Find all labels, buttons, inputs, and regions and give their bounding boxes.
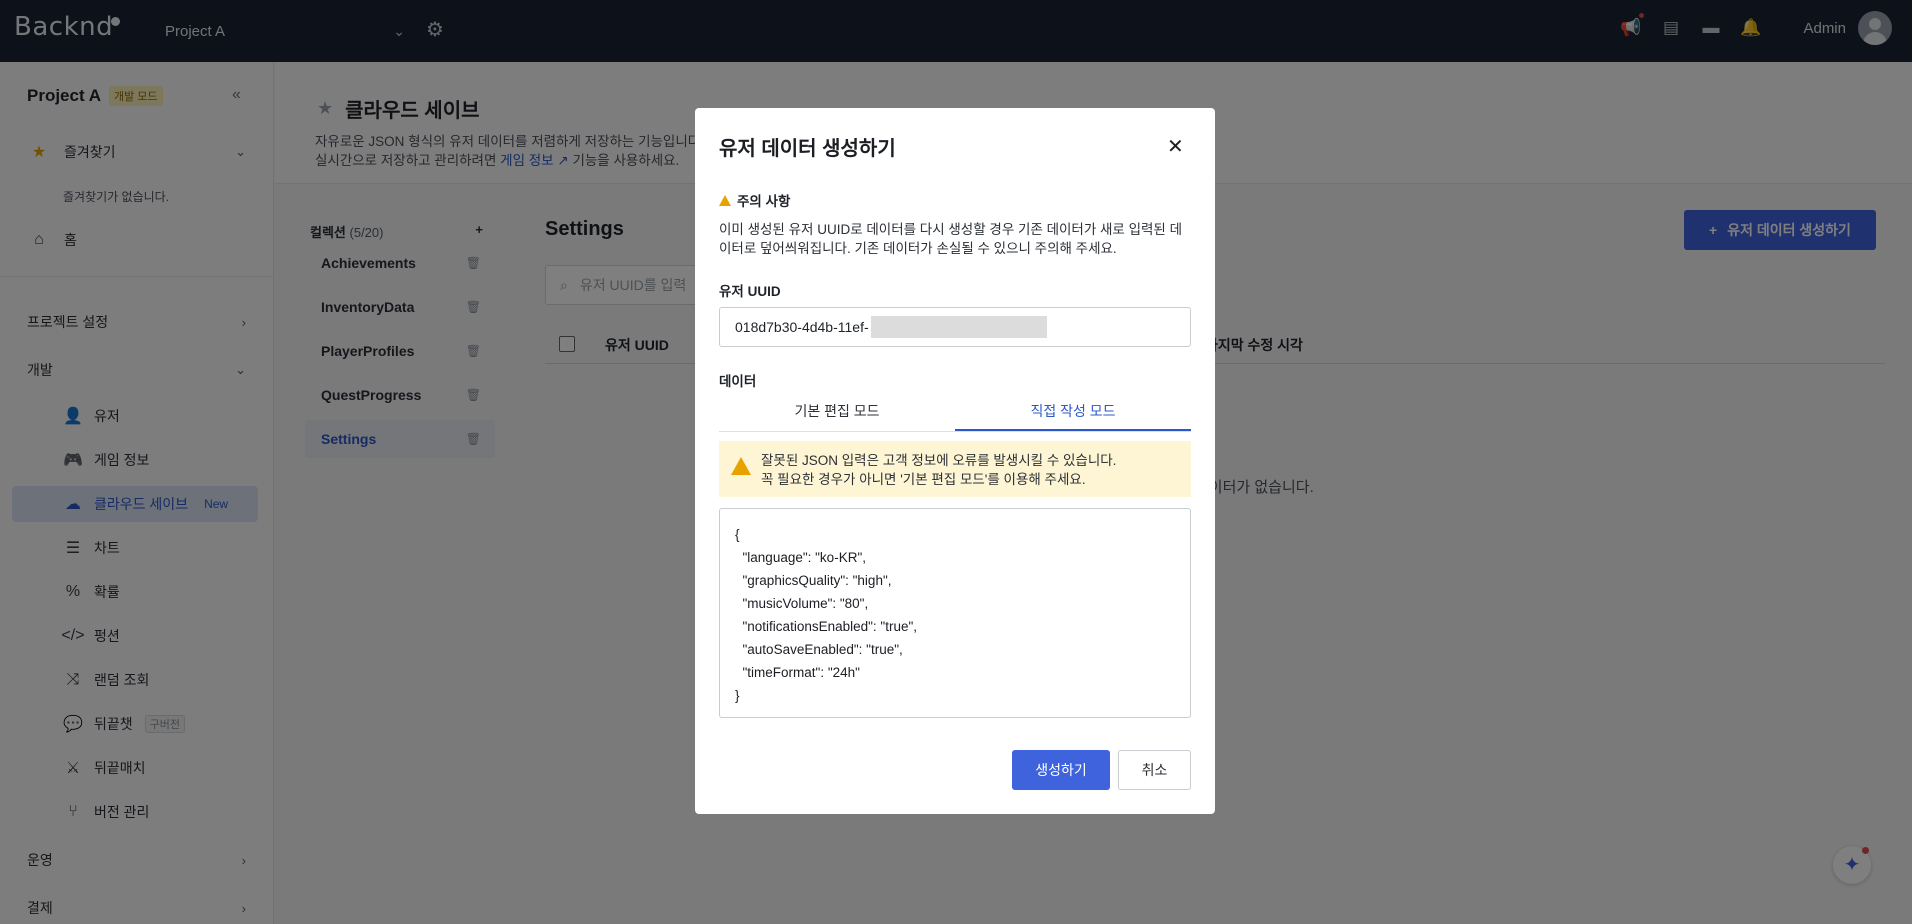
warning-icon bbox=[719, 194, 731, 206]
modal-title: 유저 데이터 생성하기 bbox=[719, 138, 896, 160]
data-label: 데이터 bbox=[719, 374, 757, 389]
redacted-area bbox=[870, 316, 1047, 338]
close-icon[interactable]: ✕ bbox=[1167, 134, 1184, 159]
warning-icon bbox=[731, 457, 751, 475]
create-button[interactable]: 생성하기 bbox=[1012, 750, 1110, 790]
warning-text: 이미 생성된 유저 UUID로 데이터를 다시 생성할 경우 기존 데이터가 새… bbox=[719, 222, 1183, 256]
uuid-input[interactable]: 018d7b30-4d4b-11ef- bbox=[719, 307, 1191, 347]
tab-basic-edit[interactable]: 기본 편집 모드 bbox=[719, 394, 955, 431]
json-warning-alert: 잘못된 JSON 입력은 고객 정보에 오류를 발생시킬 수 있습니다. 꼭 필… bbox=[719, 441, 1191, 497]
uuid-label: 유저 UUID bbox=[719, 284, 781, 299]
editor-tabs: 기본 편집 모드 직접 작성 모드 bbox=[719, 394, 1191, 432]
tab-direct-edit[interactable]: 직접 작성 모드 bbox=[955, 394, 1191, 431]
json-editor[interactable]: { "language": "ko-KR", "graphicsQuality"… bbox=[719, 508, 1191, 718]
cancel-button[interactable]: 취소 bbox=[1118, 750, 1191, 790]
warning-heading: 주의 사항 bbox=[719, 190, 790, 210]
create-user-data-modal: 유저 데이터 생성하기 ✕ 주의 사항 이미 생성된 유저 UUID로 데이터를… bbox=[695, 108, 1215, 814]
